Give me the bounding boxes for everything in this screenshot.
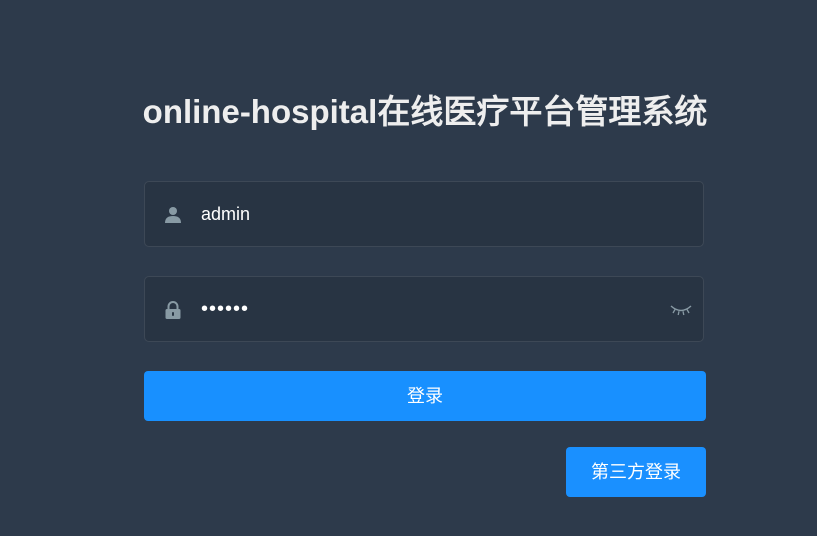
password-field[interactable] bbox=[144, 276, 704, 342]
user-icon bbox=[164, 206, 182, 224]
page-title: online-hospital在线医疗平台管理系统 bbox=[142, 93, 708, 130]
lock-icon bbox=[164, 301, 182, 319]
eye-closed-icon[interactable] bbox=[670, 303, 692, 317]
login-page: online-hospital在线医疗平台管理系统 admin 登录 第三方登录 bbox=[0, 0, 817, 536]
username-field[interactable] bbox=[144, 181, 704, 247]
third-party-login-button[interactable]: 第三方登录 bbox=[566, 447, 706, 497]
login-button[interactable]: 登录 bbox=[144, 371, 706, 421]
password-input[interactable] bbox=[201, 277, 661, 341]
username-input[interactable] bbox=[201, 182, 661, 246]
